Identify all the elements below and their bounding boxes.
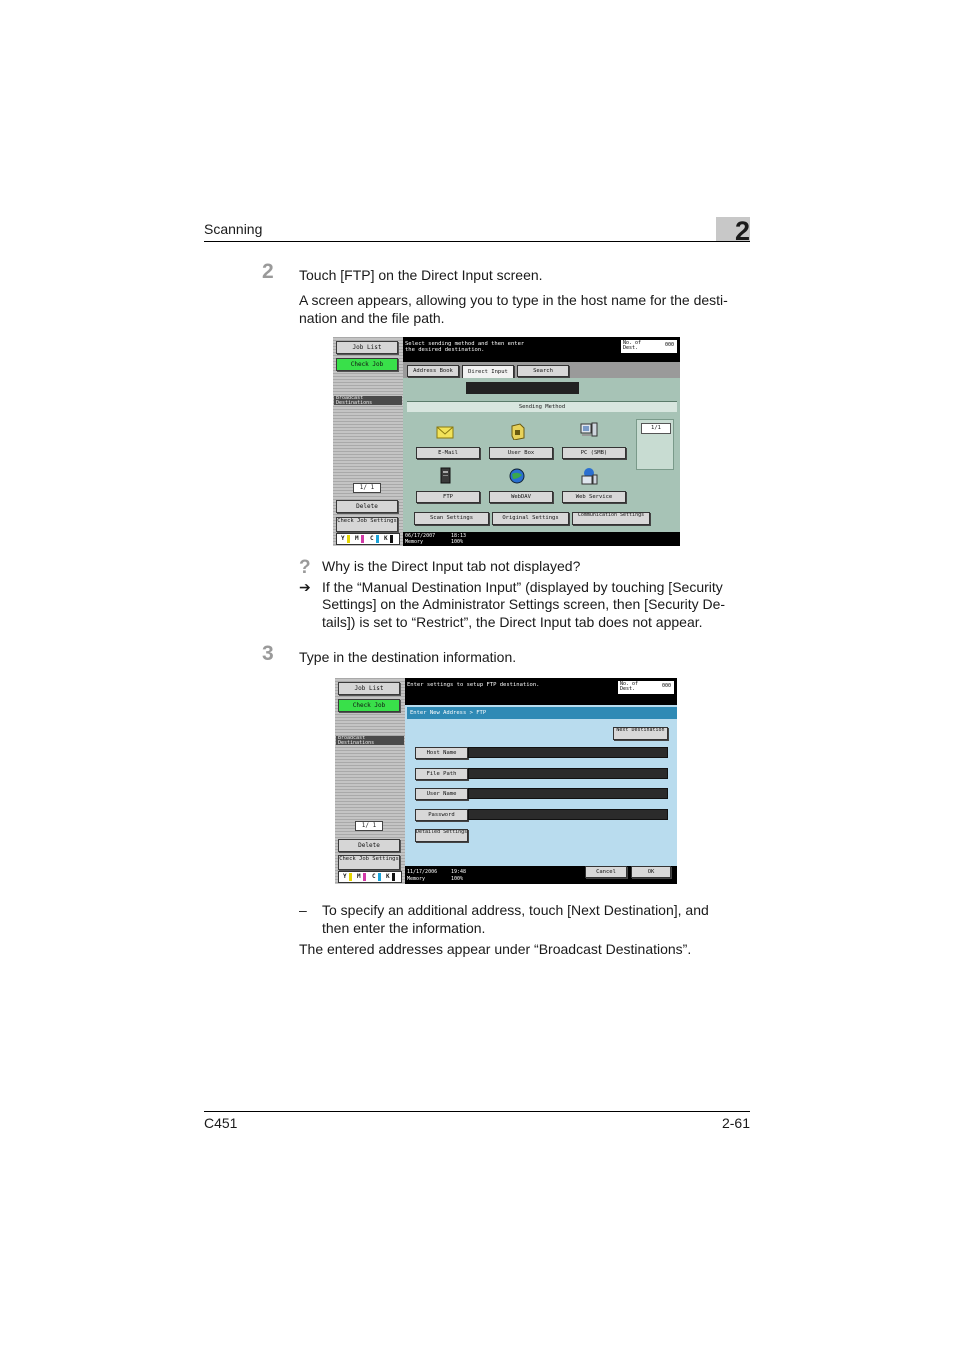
scan-settings-button[interactable]: Scan Settings bbox=[414, 512, 489, 525]
host-name-field[interactable] bbox=[468, 747, 668, 758]
footer-page-number: 2-61 bbox=[721, 1115, 750, 1131]
file-path-field[interactable] bbox=[468, 768, 668, 779]
pc-smb-icon bbox=[580, 422, 598, 438]
ftp-entry-screenshot: Job List Check Job Broadcast Destination… bbox=[335, 678, 677, 884]
webdav-button[interactable]: WebDAV bbox=[489, 491, 553, 503]
email-icon bbox=[436, 424, 454, 440]
message-line: the desired destination. bbox=[405, 347, 485, 353]
email-button[interactable]: E-Mail bbox=[416, 447, 480, 459]
paragraph-line: A screen appears, allowing you to type i… bbox=[299, 292, 728, 308]
password-button[interactable]: Password bbox=[415, 809, 468, 821]
ftp-icon bbox=[437, 467, 455, 484]
dest-counter: No. of Dest. 000 bbox=[621, 340, 677, 353]
broadcast-destinations-label: Broadcast Destinations bbox=[336, 736, 404, 745]
web-service-button[interactable]: Web Service bbox=[562, 491, 626, 503]
next-destination-button[interactable]: Next Destination bbox=[613, 727, 668, 740]
ok-button[interactable]: OK bbox=[631, 866, 671, 878]
password-field[interactable] bbox=[468, 809, 668, 820]
question-text: Why is the Direct Input tab not displaye… bbox=[322, 558, 581, 574]
message-bar: Select sending method and then enter the… bbox=[403, 337, 680, 362]
step-number: 2 bbox=[262, 260, 274, 283]
web-service-icon bbox=[580, 467, 598, 485]
footer-rule bbox=[204, 1111, 750, 1112]
delete-button[interactable]: Delete bbox=[338, 839, 400, 852]
toner-indicator: Y M C K bbox=[336, 533, 400, 545]
breadcrumb: Enter New Address > FTP bbox=[407, 707, 677, 719]
message-line: Enter settings to setup FTP destination. bbox=[407, 682, 540, 688]
pc-smb-button[interactable]: PC (SMB) bbox=[562, 447, 626, 459]
tab-search[interactable]: Search bbox=[517, 365, 569, 377]
section-title: Scanning bbox=[204, 221, 263, 237]
input-display bbox=[466, 382, 579, 394]
dest-counter: No. of Dest. 000 bbox=[618, 681, 674, 694]
page-indicator: 1/1 bbox=[641, 423, 671, 434]
date: 11/17/2006 bbox=[407, 869, 438, 875]
dash-bullet: – bbox=[299, 902, 307, 918]
step-instruction: Touch [FTP] on the Direct Input screen. bbox=[299, 267, 543, 283]
memory-label: Memory bbox=[407, 876, 426, 882]
check-job-button[interactable]: Check Job bbox=[336, 358, 398, 371]
step-instruction: Type in the destination information. bbox=[299, 649, 517, 665]
result-text: The entered addresses appear under “Broa… bbox=[299, 941, 692, 957]
bullet-line: then enter the information. bbox=[322, 920, 486, 936]
bullet-line: To specify an additional address, touch … bbox=[322, 902, 709, 918]
header-rule bbox=[204, 241, 750, 242]
answer-line: If the “Manual Destination Input” (displ… bbox=[322, 579, 723, 595]
memory-value: 100% bbox=[451, 539, 464, 545]
sending-method-header: Sending Method bbox=[407, 401, 677, 412]
user-name-field[interactable] bbox=[468, 788, 668, 799]
answer-line: Settings] on the Administrator Settings … bbox=[322, 596, 726, 612]
user-name-button[interactable]: User Name bbox=[415, 788, 468, 800]
tab-direct-input[interactable]: Direct Input bbox=[462, 365, 514, 379]
memory-label: Memory bbox=[405, 539, 424, 545]
job-list-button[interactable]: Job List bbox=[338, 682, 400, 695]
user-box-icon bbox=[508, 422, 526, 441]
message-bar: Enter settings to setup FTP destination.… bbox=[405, 678, 677, 705]
check-job-button[interactable]: Check Job bbox=[338, 699, 400, 712]
question-icon: ? bbox=[299, 557, 311, 578]
paragraph-line: nation and the file path. bbox=[299, 310, 445, 326]
communication-settings-button[interactable]: Communication Settings bbox=[572, 512, 650, 525]
job-list-button[interactable]: Job List bbox=[336, 341, 398, 354]
footer-model: C451 bbox=[204, 1115, 238, 1131]
user-box-button[interactable]: User Box bbox=[489, 447, 553, 459]
cancel-button[interactable]: Cancel bbox=[585, 866, 627, 878]
delete-button[interactable]: Delete bbox=[336, 500, 398, 513]
pager: 1/ 1 bbox=[353, 483, 381, 493]
broadcast-destinations-label: Broadcast Destinations bbox=[334, 396, 402, 405]
file-path-button[interactable]: File Path bbox=[415, 768, 468, 780]
detailed-settings-button[interactable]: Detailed Settings bbox=[415, 829, 468, 842]
status-bar: 06/17/2007 18:13 Memory 100% bbox=[403, 532, 680, 546]
check-job-settings-button[interactable]: Check Job Settings bbox=[336, 517, 398, 532]
memory-value: 100% bbox=[451, 876, 464, 882]
page-panel: 1/1 bbox=[636, 419, 674, 470]
direct-input-screenshot: Job List Check Job Broadcast Destination… bbox=[333, 337, 680, 546]
step-number: 3 bbox=[262, 642, 274, 665]
host-name-button[interactable]: Host Name bbox=[415, 747, 468, 759]
ftp-button[interactable]: FTP bbox=[416, 491, 480, 503]
check-job-settings-button[interactable]: Check Job Settings bbox=[338, 855, 400, 870]
pager: 1/ 1 bbox=[355, 821, 383, 831]
original-settings-button[interactable]: Original Settings bbox=[492, 512, 569, 525]
arrow-icon: ➔ bbox=[299, 579, 311, 595]
toner-indicator: Y M C K bbox=[338, 871, 402, 883]
tab-address-book[interactable]: Address Book bbox=[407, 365, 459, 377]
webdav-icon bbox=[508, 467, 526, 484]
answer-line: tails]) is set to “Restrict”, the Direct… bbox=[322, 614, 703, 630]
time: 19:48 bbox=[451, 869, 467, 875]
